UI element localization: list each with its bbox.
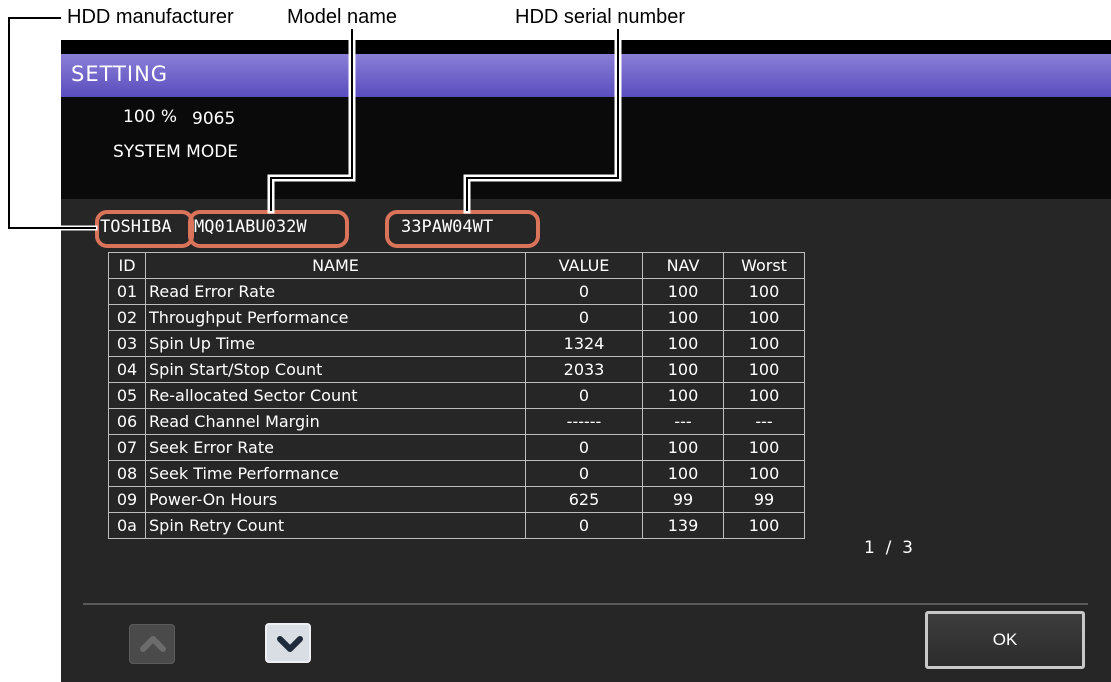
cell-value: 0 <box>525 460 643 487</box>
cell-id: 02 <box>108 304 146 331</box>
cell-worst: 100 <box>723 330 805 357</box>
cell-name: Re-allocated Sector Count <box>145 382 526 409</box>
cell-nav: 100 <box>642 434 724 461</box>
cell-worst: 100 <box>723 382 805 409</box>
table-row: 07 Seek Error Rate 0 100 100 <box>108 434 805 461</box>
page-indicator: 1 / 3 <box>864 538 913 558</box>
cell-id: 05 <box>108 382 146 409</box>
cell-name: Power-On Hours <box>145 486 526 513</box>
cell-value: 0 <box>525 434 643 461</box>
cell-id: 08 <box>108 460 146 487</box>
status-percent: 100 % <box>123 107 178 127</box>
cell-nav: 100 <box>642 460 724 487</box>
model-name-callout: Model name <box>287 6 398 28</box>
serial-highlight <box>385 210 540 248</box>
cell-id: 03 <box>108 330 146 357</box>
column-header-name: NAME <box>145 252 526 279</box>
model-highlight <box>188 210 349 248</box>
table-row: 02 Throughput Performance 0 100 100 <box>108 304 805 331</box>
cell-name: Spin Start/Stop Count <box>145 356 526 383</box>
cell-nav: 100 <box>642 278 724 305</box>
cell-value: 0 <box>525 278 643 305</box>
manufacturer-highlight <box>95 210 194 248</box>
cell-name: Seek Error Rate <box>145 434 526 461</box>
hdd-serial-callout: HDD serial number <box>515 6 686 28</box>
cell-value: 1324 <box>525 330 643 357</box>
cell-worst: 100 <box>723 278 805 305</box>
table-header-row: ID NAME VALUE NAV Worst <box>108 252 805 279</box>
column-header-value: VALUE <box>525 252 643 279</box>
cell-nav: 99 <box>642 486 724 513</box>
scroll-down-button[interactable] <box>265 623 311 663</box>
cell-id: 0a <box>108 512 146 539</box>
table-row: 01 Read Error Rate 0 100 100 <box>108 278 805 305</box>
smart-table: ID NAME VALUE NAV Worst 01 Read Error Ra… <box>108 252 805 539</box>
chevron-up-icon <box>140 636 166 652</box>
cell-worst: 100 <box>723 434 805 461</box>
divider <box>83 603 1088 605</box>
status-code: 9065 <box>192 109 236 129</box>
cell-name: Spin Retry Count <box>145 512 526 539</box>
cell-value: 0 <box>525 512 643 539</box>
cell-name: Read Error Rate <box>145 278 526 305</box>
table-row: 0a Spin Retry Count 0 139 100 <box>108 512 805 539</box>
table-row: 04 Spin Start/Stop Count 2033 100 100 <box>108 356 805 383</box>
ok-button[interactable]: OK <box>925 611 1085 669</box>
cell-id: 07 <box>108 434 146 461</box>
cell-nav: 100 <box>642 382 724 409</box>
screen-title: SETTING <box>71 62 169 86</box>
column-header-id: ID <box>108 252 146 279</box>
column-header-worst: Worst <box>723 252 805 279</box>
cell-nav: 100 <box>642 304 724 331</box>
cell-id: 09 <box>108 486 146 513</box>
cell-nav: 100 <box>642 330 724 357</box>
table-row: 09 Power-On Hours 625 99 99 <box>108 486 805 513</box>
cell-nav: 139 <box>642 512 724 539</box>
cell-id: 04 <box>108 356 146 383</box>
hdd-manufacturer-callout: HDD manufacturer <box>67 6 234 28</box>
cell-value: 0 <box>525 304 643 331</box>
scroll-up-button[interactable] <box>129 624 175 664</box>
cell-nav: 100 <box>642 356 724 383</box>
table-row: 08 Seek Time Performance 0 100 100 <box>108 460 805 487</box>
cell-value: 2033 <box>525 356 643 383</box>
ok-button-label: OK <box>992 630 1018 649</box>
column-header-nav: NAV <box>642 252 724 279</box>
table-row: 03 Spin Up Time 1324 100 100 <box>108 330 805 357</box>
cell-id: 06 <box>108 408 146 435</box>
cell-worst: 100 <box>723 512 805 539</box>
cell-worst: 100 <box>723 460 805 487</box>
cell-worst: --- <box>723 408 805 435</box>
cell-worst: 99 <box>723 486 805 513</box>
cell-value: ------ <box>525 408 643 435</box>
system-mode-label: SYSTEM MODE <box>113 142 239 162</box>
table-row: 05 Re-allocated Sector Count 0 100 100 <box>108 382 805 409</box>
title-bar: SETTING <box>61 54 1111 97</box>
cell-nav: --- <box>642 408 724 435</box>
cell-name: Throughput Performance <box>145 304 526 331</box>
cell-worst: 100 <box>723 356 805 383</box>
status-panel: 100 % 9065 SYSTEM MODE <box>61 97 1111 199</box>
device-screen: SETTING 100 % 9065 SYSTEM MODE TOSHIBA M… <box>61 40 1111 682</box>
cell-name: Seek Time Performance <box>145 460 526 487</box>
cell-name: Spin Up Time <box>145 330 526 357</box>
cell-id: 01 <box>108 278 146 305</box>
chevron-down-icon <box>277 636 303 652</box>
cell-worst: 100 <box>723 304 805 331</box>
cell-name: Read Channel Margin <box>145 408 526 435</box>
cell-value: 0 <box>525 382 643 409</box>
content-area: TOSHIBA MQ01ABU032W 33PAW04WT ID NAME VA… <box>61 199 1111 682</box>
table-row: 06 Read Channel Margin ------ --- --- <box>108 408 805 435</box>
cell-value: 625 <box>525 486 643 513</box>
